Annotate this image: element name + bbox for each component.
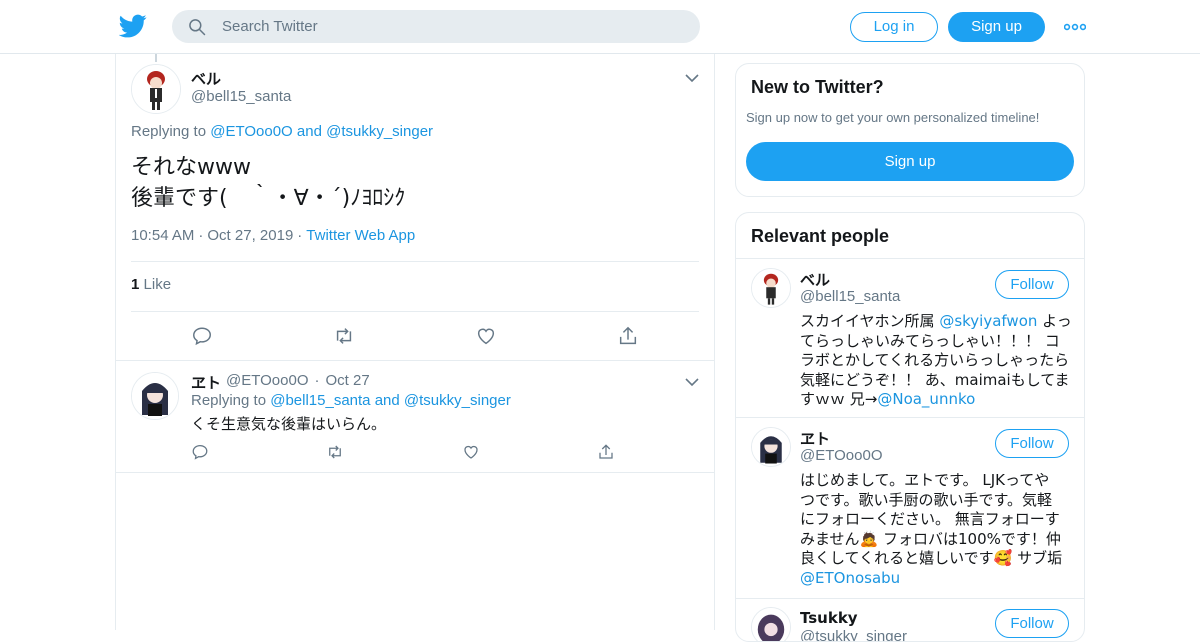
mention-link[interactable]: @skyiyafwon	[939, 312, 1037, 330]
follow-button[interactable]: Follow	[995, 270, 1069, 299]
mention-link[interactable]: @Noa_unnko	[877, 390, 975, 408]
person-bio: スカイイヤホン所属 @skyiyafwon よっ てらっしゃいみてらっしゃい！！…	[800, 312, 1072, 410]
person-bio: はじめまして。ヱトです。 LJKってや つです。歌い手厨の歌い手です。気軽 にフ…	[800, 471, 1062, 588]
person-item[interactable]: ベル @bell15_santa Follow スカイイヤホン所属 @skyiy…	[736, 258, 1084, 417]
replying-and: and	[292, 123, 327, 140]
mention-link[interactable]: @ETOoo0O	[210, 123, 293, 140]
person-name[interactable]: Tsukky	[800, 609, 858, 627]
reply-date[interactable]: Oct 27	[326, 372, 370, 389]
divider	[131, 311, 699, 312]
reply-icon[interactable]	[191, 443, 209, 461]
replying-and: and	[370, 392, 404, 409]
chevron-down-icon[interactable]	[684, 70, 700, 86]
person-handle[interactable]: @tsukky_singer	[800, 628, 907, 641]
mention-link[interactable]: @tsukky_singer	[404, 392, 511, 409]
retweet-icon[interactable]	[333, 325, 355, 347]
avatar[interactable]	[751, 607, 791, 641]
avatar[interactable]	[131, 64, 181, 114]
bio-text: スカイイヤホン所属	[800, 312, 940, 330]
divider	[116, 360, 714, 361]
reply-author-name[interactable]: ヱト	[191, 372, 221, 393]
card-subtitle: Sign up now to get your own personalized…	[746, 110, 1040, 125]
search-box[interactable]	[172, 10, 700, 43]
like-count[interactable]: 1 Like	[131, 276, 171, 293]
chevron-down-icon[interactable]	[684, 374, 700, 390]
retweet-icon[interactable]	[326, 443, 344, 461]
main-timeline: ベル @bell15_santa Replying to @ETOoo0O an…	[115, 54, 715, 630]
like-count-number: 1	[131, 276, 140, 293]
tweet-author-name[interactable]: ベル	[191, 68, 221, 89]
card-title: Relevant people	[751, 226, 890, 246]
follow-button[interactable]: Follow	[995, 609, 1069, 638]
divider	[116, 472, 714, 473]
top-bar: Log in Sign up	[0, 0, 1200, 54]
tweet-text-line: それなwww	[131, 155, 251, 180]
tweet-source[interactable]: Twitter Web App	[306, 227, 415, 244]
avatar-tsukky-icon	[752, 608, 790, 641]
mention-link[interactable]: @tsukky_singer	[326, 123, 433, 140]
avatar-eto-icon	[132, 373, 178, 419]
replying-to: Replying to @bell15_santa and @tsukky_si…	[191, 392, 511, 409]
more-options-icon[interactable]	[1064, 18, 1086, 36]
reply-icon[interactable]	[191, 325, 213, 347]
like-heart-icon[interactable]	[462, 443, 480, 461]
like-heart-icon[interactable]	[475, 325, 497, 347]
avatar-bell-icon	[132, 65, 180, 113]
search-input[interactable]	[222, 10, 682, 43]
person-handle[interactable]: @bell15_santa	[800, 288, 900, 305]
bio-text: はじめまして。ヱトです。 LJKってや つです。歌い手厨の歌い手です。気軽 にフ…	[800, 471, 1063, 567]
avatar[interactable]	[751, 427, 791, 467]
tweet-text-line: 後輩です( ｀・∀・´)ﾉﾖﾛｼｸ	[131, 186, 406, 211]
reply-author-handle[interactable]: @ETOoo0O	[226, 372, 309, 389]
thread-connector	[155, 54, 157, 62]
tweet-date[interactable]: Oct 27, 2019	[207, 227, 293, 244]
avatar[interactable]	[131, 372, 179, 420]
mention-link[interactable]: @ETOnosabu	[800, 569, 900, 587]
replying-prefix: Replying to	[131, 123, 211, 140]
avatar-bell-icon	[752, 269, 790, 307]
avatar-eto-icon	[752, 428, 790, 466]
twitter-logo-icon[interactable]	[119, 12, 147, 40]
replying-to: Replying to @ETOoo0O and @tsukky_singer	[131, 123, 433, 140]
new-to-twitter-card: New to Twitter? Sign up now to get your …	[735, 63, 1085, 197]
person-name[interactable]: ベル	[800, 269, 830, 290]
tweet-author-handle[interactable]: @bell15_santa	[191, 88, 291, 105]
reply-meta: @ETOoo0O · Oct 27	[226, 372, 370, 389]
signup-button[interactable]: Sign up	[948, 12, 1045, 42]
person-item[interactable]: ヱト @ETOoo0O Follow はじめまして。ヱトです。 LJKってや つ…	[736, 417, 1084, 598]
person-name[interactable]: ヱト	[800, 428, 830, 449]
replying-prefix: Replying to	[191, 392, 271, 409]
search-icon	[189, 19, 206, 36]
tweet-metadata: 10:54 AM · Oct 27, 2019 · Twitter Web App	[131, 227, 416, 244]
tweet-time[interactable]: 10:54 AM	[131, 227, 194, 244]
login-button[interactable]: Log in	[850, 12, 938, 42]
card-title: New to Twitter?	[751, 77, 884, 97]
follow-button[interactable]: Follow	[995, 429, 1069, 458]
reply-text: くそ生意気な後輩はいらん。	[191, 415, 387, 433]
signup-button[interactable]: Sign up	[746, 142, 1074, 181]
avatar[interactable]	[751, 268, 791, 308]
share-icon[interactable]	[617, 325, 639, 347]
person-item[interactable]: Tsukky @tsukky_singer Follow	[736, 598, 1084, 641]
divider	[131, 261, 699, 262]
person-handle[interactable]: @ETOoo0O	[800, 447, 883, 464]
mention-link[interactable]: @bell15_santa	[270, 392, 370, 409]
like-label: Like	[143, 276, 172, 293]
relevant-people-card: Relevant people ベル @bell15_santa Follow …	[735, 212, 1085, 642]
tweet-text: それなwww 後輩です( ｀・∀・´)ﾉﾖﾛｼｸ	[131, 152, 405, 214]
share-icon[interactable]	[597, 443, 615, 461]
